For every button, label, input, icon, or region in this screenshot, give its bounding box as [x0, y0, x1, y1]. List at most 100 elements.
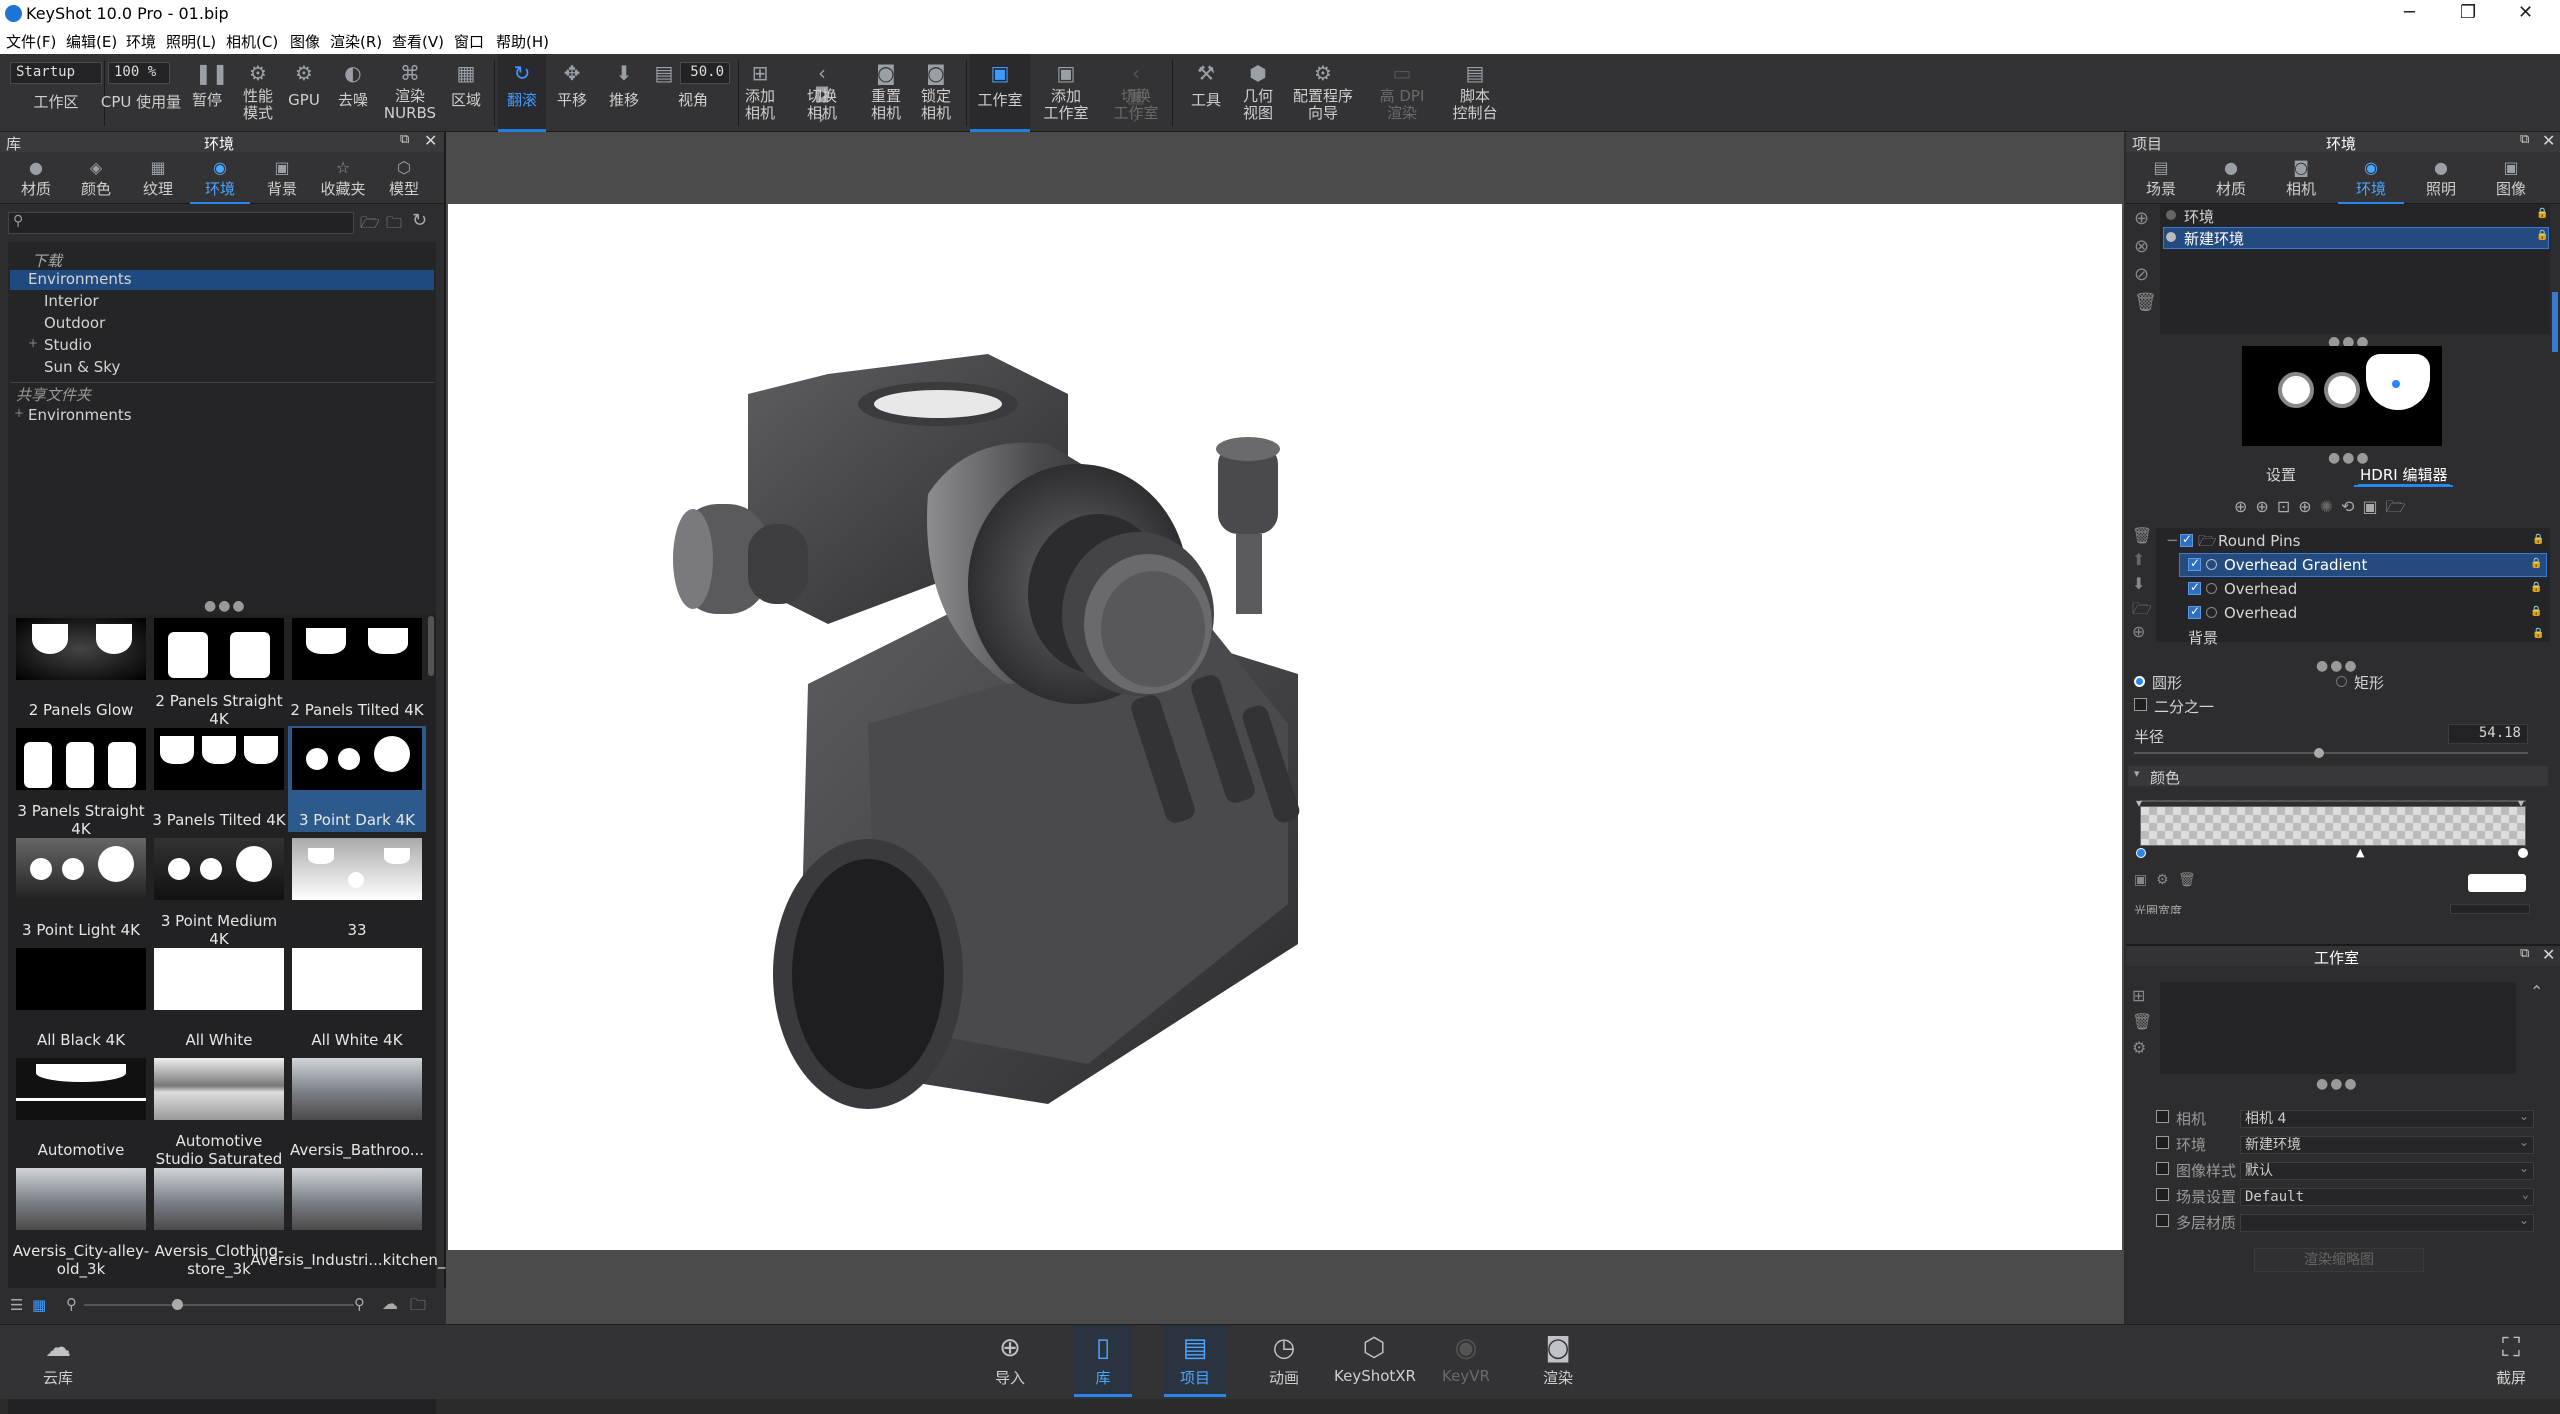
maximize-button[interactable]: ❐	[2460, 2, 2476, 23]
menu-camera[interactable]: 相机(C)	[226, 31, 278, 52]
menu-render[interactable]: 渲染(R)	[330, 31, 382, 52]
close-panel-icon[interactable]: ✕	[424, 131, 437, 150]
environment-thumbnail[interactable]: 3 Panels Tilted 4K	[150, 726, 288, 832]
settings-stop-icon[interactable]: ⚙	[2156, 872, 2169, 888]
reset-camera-button[interactable]: ◙ 重置 相机	[866, 54, 906, 132]
lock-icon[interactable]: 🔒	[2532, 534, 2544, 545]
tree-item-interior[interactable]: Interior	[44, 292, 99, 310]
tab-camera[interactable]: ◙ 相机	[2268, 152, 2334, 204]
folder-open-icon[interactable]: 🗁	[360, 212, 380, 239]
menu-environment[interactable]: 环境	[126, 31, 156, 52]
environment-thumbnail[interactable]: 2 Panels Tilted 4K	[288, 616, 426, 722]
lock-camera-button[interactable]: ◙ 锁定 相机	[916, 54, 956, 132]
add-studio-button[interactable]: ▣ 添加 工作室	[1038, 54, 1094, 132]
pause-button[interactable]: ❚❚ 暂停	[186, 54, 229, 132]
import-button[interactable]: ⊕ 导入	[982, 1325, 1038, 1397]
menu-window[interactable]: 窗口	[454, 31, 484, 52]
tree-item-downloads[interactable]: 下载	[32, 250, 62, 271]
studio-scene-set-checkbox[interactable]	[2156, 1188, 2169, 1201]
delete-environment-icon[interactable]: 🗑	[2134, 292, 2157, 313]
region-button[interactable]: ▦ 区域	[446, 54, 486, 132]
tab-backgrounds[interactable]: ▣ 背景	[252, 152, 312, 204]
shape-circle-radio[interactable]	[2134, 676, 2145, 687]
splitter-handle[interactable]: ●●●	[2316, 658, 2359, 674]
tree-item-studio[interactable]: Studio	[44, 336, 92, 354]
tree-item-shared-environments[interactable]: Environments	[28, 406, 132, 424]
environment-thumbnail[interactable]: 3 Point Light 4K	[12, 836, 150, 942]
add-pin-icon[interactable]: ⊡	[2277, 497, 2298, 516]
studio-env-checkbox[interactable]	[2156, 1136, 2169, 1149]
environment-thumbnail[interactable]: Automotive Studio Saturated	[150, 1056, 288, 1168]
stop-color-swatch[interactable]	[2468, 874, 2526, 892]
studio-camera-checkbox[interactable]	[2156, 1110, 2169, 1123]
denoise-button[interactable]: ◐ 去噪	[330, 54, 376, 132]
move-up-icon[interactable]: ⬆	[2132, 550, 2145, 569]
tab-image[interactable]: ▣ 图像	[2478, 152, 2544, 204]
studio-image-style-select[interactable]: 默认	[2240, 1160, 2534, 1180]
environment-thumbnail[interactable]: All Black 4K	[12, 946, 150, 1052]
tab-textures[interactable]: ▦ 纹理	[128, 152, 188, 204]
environment-thumbnail[interactable]: 33	[288, 836, 426, 942]
script-console-button[interactable]: ▤ 脚本 控制台	[1446, 54, 1504, 132]
save-environment-icon[interactable]: ⊘	[2134, 264, 2149, 285]
render-button[interactable]: ◙ 渲染	[1530, 1325, 1586, 1397]
folder-pin-icon[interactable]: 🗁	[2386, 497, 2414, 516]
tab-colors[interactable]: ◈ 颜色	[68, 152, 124, 204]
render-nurbs-button[interactable]: ⌘ 渲染 NURBS	[380, 54, 440, 132]
duplicate-environment-icon[interactable]: ⊗	[2134, 236, 2149, 257]
panel-scrollbar[interactable]	[2552, 292, 2558, 352]
thumbnails-scrollbar[interactable]	[428, 616, 434, 676]
environment-thumbnail[interactable]: Automotive	[12, 1056, 150, 1162]
cut-input[interactable]	[2450, 904, 2530, 914]
environment-thumbnail[interactable]: All White	[150, 946, 288, 1052]
minimize-button[interactable]: ─	[2404, 2, 2415, 23]
move-down-icon[interactable]: ⬇	[2132, 574, 2145, 593]
environment-thumbnail[interactable]: 3 Point Dark 4K	[288, 726, 426, 832]
zoom-out-icon[interactable]: ⚲	[66, 1295, 77, 1313]
target-icon[interactable]: ⊕	[2132, 622, 2145, 641]
delete-studio-icon[interactable]: 🗑	[2132, 1012, 2152, 1031]
tab-environments[interactable]: ◉ 环境	[190, 152, 250, 204]
tumble-button[interactable]: ↻ 翻滚	[498, 54, 546, 132]
list-view-icon[interactable]: ☰	[10, 1296, 23, 1314]
tab-lighting[interactable]: ● 照明	[2408, 152, 2474, 204]
float-panel-icon[interactable]: ⧉	[2520, 946, 2529, 961]
folder-icon[interactable]: 🗁	[2132, 598, 2152, 625]
tab-materials[interactable]: ● 材质	[8, 152, 64, 204]
library-button[interactable]: ▯ 库	[1074, 1325, 1132, 1397]
tab-scene[interactable]: ▤ 场景	[2128, 152, 2194, 204]
switch-camera-button[interactable]: ‹ ◘ › 切换 相机	[794, 54, 850, 132]
pin-item[interactable]: Overhead 🔒	[2180, 602, 2546, 624]
radius-slider-handle[interactable]	[2314, 748, 2325, 758]
environment-thumbnail[interactable]: Aversis_Industri...kitchen_3k	[250, 1166, 464, 1272]
expand-icon[interactable]: +	[14, 406, 24, 420]
environment-thumbnail[interactable]: 2 Panels Straight 4K	[150, 616, 288, 728]
shape-rect-radio[interactable]	[2336, 676, 2347, 687]
pin-background[interactable]: 背景 🔒	[2156, 626, 2550, 647]
menu-view[interactable]: 查看(V)	[392, 31, 444, 52]
studio-env-select[interactable]: 新建环境	[2240, 1134, 2534, 1154]
pin-item[interactable]: Overhead 🔒	[2180, 578, 2546, 600]
tools-button[interactable]: ⚒ 工具	[1186, 54, 1226, 132]
splitter-handle[interactable]: ●●●	[204, 598, 247, 614]
configurator-wizard-button[interactable]: ⚙ 配置程序 向导	[1288, 54, 1358, 132]
screenshot-button[interactable]: ⛶ 截屏	[2480, 1325, 2542, 1397]
menu-lighting[interactable]: 照明(L)	[166, 31, 216, 52]
gradient-midpoint-icon[interactable]: ▲	[2356, 846, 2364, 859]
close-panel-icon[interactable]: ✕	[2542, 131, 2555, 150]
lock-icon[interactable]: 🔒	[2532, 628, 2544, 639]
tree-item-sun-sky[interactable]: Sun & Sky	[44, 358, 120, 376]
menu-image[interactable]: 图像	[290, 31, 320, 52]
menu-help[interactable]: 帮助(H)	[496, 31, 549, 52]
menu-edit[interactable]: 编辑(E)	[66, 31, 117, 52]
tab-favorites[interactable]: ☆ 收藏夹	[312, 152, 374, 204]
dolly-button[interactable]: ⬇ 推移	[600, 54, 648, 132]
studio-scene-set-select[interactable]: Default	[2240, 1186, 2534, 1206]
upload-cloud-icon[interactable]: ☁	[382, 1294, 398, 1313]
tab-environment[interactable]: ◉ 环境	[2338, 152, 2404, 204]
tree-item-environments[interactable]: Environments	[10, 270, 434, 290]
delete-stop-icon[interactable]: 🗑	[2178, 872, 2196, 888]
splitter-handle[interactable]: ●●●	[2316, 1076, 2359, 1092]
half-checkbox[interactable]	[2134, 698, 2147, 711]
keyshotxr-button[interactable]: ⬡ KeyShotXR	[1334, 1325, 1416, 1397]
